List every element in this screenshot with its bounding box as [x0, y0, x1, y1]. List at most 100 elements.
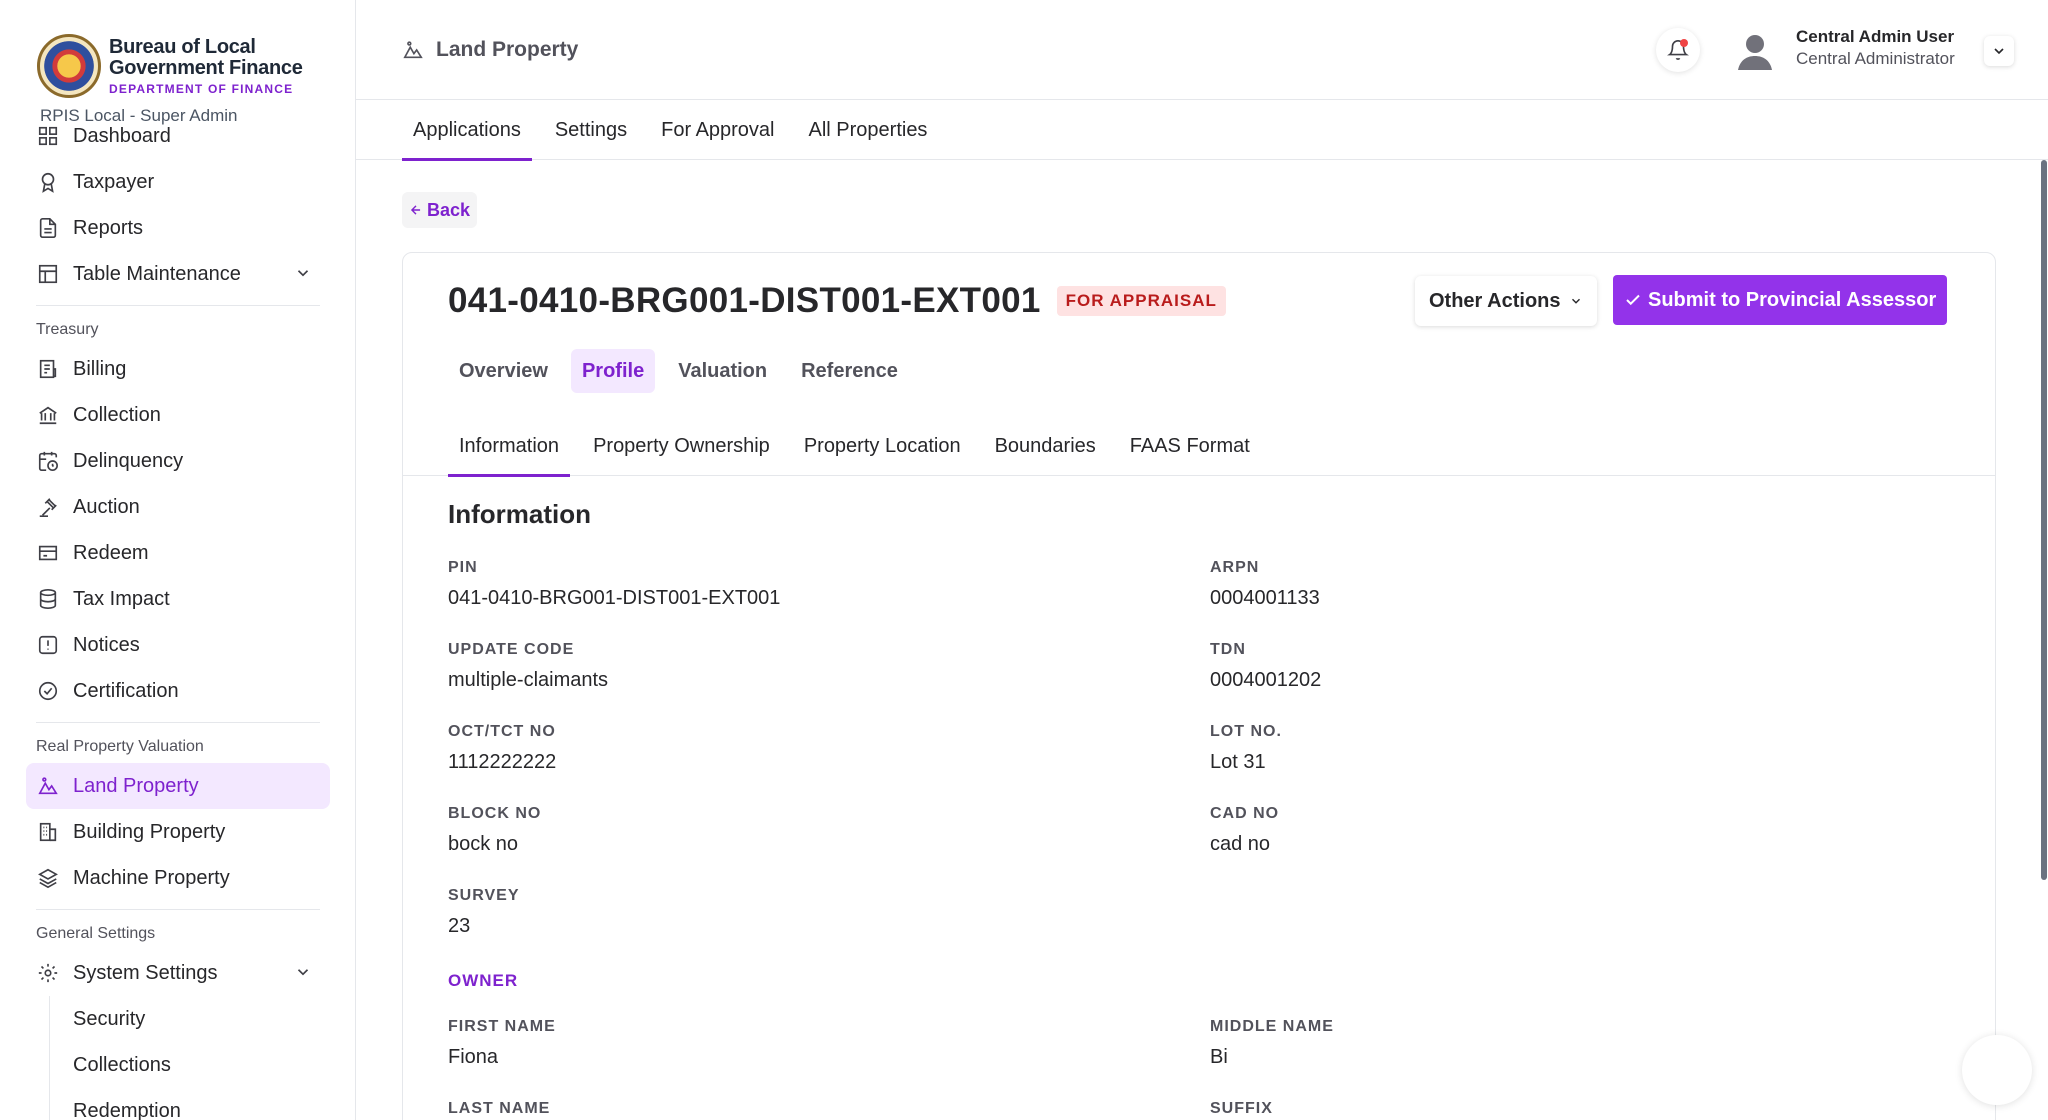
field-value: Bi [1210, 1046, 1228, 1068]
field-label: ARPN [1210, 559, 1260, 576]
sidebar-item-label: Billing [73, 357, 127, 380]
sidebar-item-dashboard[interactable]: Dashboard [26, 113, 330, 159]
brand-subtitle: DEPARTMENT OF FINANCE [109, 81, 294, 96]
record-id: 041-0410-BRG001-DIST001-EXT001 [448, 281, 1041, 320]
brand-title-line2: Government Finance [109, 56, 303, 79]
bureau-seal-logo [37, 34, 101, 98]
user-menu-button[interactable] [1984, 36, 2014, 66]
other-actions-button[interactable]: Other Actions [1415, 276, 1597, 326]
avatar[interactable] [1732, 28, 1778, 74]
sidebar-item-billing[interactable]: Billing [26, 346, 330, 392]
sidebar-item-reports[interactable]: Reports [26, 205, 330, 251]
tab-profile[interactable]: Profile [570, 349, 656, 393]
field-value: 0004001133 [1210, 587, 1320, 609]
sidebar-item-auction[interactable]: Auction [26, 484, 330, 530]
field-value: bock no [448, 833, 519, 855]
field-label: MIDDLE NAME [1210, 1018, 1334, 1035]
sidebar-subitem-collections[interactable]: Collections [26, 1042, 330, 1088]
sidebar-item-land-property[interactable]: Land Property [26, 763, 330, 809]
sidebar-divider [36, 722, 320, 723]
tab-overview[interactable]: Overview [448, 349, 559, 393]
tab-settings[interactable]: Settings [544, 100, 638, 160]
sidebar-item-label: Land Property [73, 774, 199, 797]
tab-faas-format[interactable]: FAAS Format [1119, 417, 1261, 476]
submit-to-provincial-assessor-button[interactable]: Submit to Provincial Assessor [1613, 275, 1948, 325]
back-label: Back [427, 199, 471, 220]
submit-label: Submit to Provincial Assessor [1648, 288, 1937, 311]
field-value: 23 [448, 915, 471, 937]
sidebar-item-label: Certification [73, 679, 179, 702]
database-icon [37, 588, 59, 610]
sidebar-subitem-security[interactable]: Security [26, 996, 330, 1042]
sidebar-item-label: Redeem [73, 541, 149, 564]
sidebar-subitem-redemption[interactable]: Redemption [26, 1088, 330, 1120]
main-content: Land Property Central Admin User Central… [356, 0, 2048, 1120]
gavel-icon [37, 496, 59, 518]
tab-for-approval[interactable]: For Approval [650, 100, 785, 160]
calendar-clock-icon [37, 450, 59, 472]
sidebar-item-system-settings[interactable]: System Settings [26, 950, 330, 996]
notifications-button[interactable] [1656, 28, 1700, 72]
bank-icon [37, 404, 59, 426]
tab-applications[interactable]: Applications [402, 100, 532, 161]
arrow-left-icon [410, 205, 421, 215]
sidebar-item-label: Auction [73, 495, 140, 518]
field-block-no: BLOCK NO bock no [448, 805, 1048, 856]
tab-property-ownership[interactable]: Property Ownership [582, 417, 781, 476]
field-lot-no: LOT NO. Lot 31 [1210, 723, 1810, 774]
tab-valuation[interactable]: Valuation [667, 349, 778, 393]
sidebar-item-certification[interactable]: Certification [26, 668, 330, 714]
sidebar-item-label: Collection [73, 403, 161, 426]
vertical-scrollbar[interactable] [2041, 160, 2047, 880]
top-bar: Land Property Central Admin User Central… [356, 0, 2048, 100]
tab-information[interactable]: Information [448, 417, 571, 477]
tab-boundaries[interactable]: Boundaries [984, 417, 1107, 476]
sidebar-divider [36, 909, 320, 910]
field-label: UPDATE CODE [448, 641, 575, 658]
field-label: PIN [448, 559, 478, 576]
field-value: 1112222222 [448, 751, 557, 773]
field-value: multiple-claimants [448, 669, 609, 691]
field-label: BLOCK NO [448, 805, 542, 822]
sidebar-item-building-property[interactable]: Building Property [26, 809, 330, 855]
sidebar-item-table-maintenance[interactable]: Table Maintenance [26, 251, 330, 297]
section-label-general-settings: General Settings [36, 925, 156, 942]
sidebar-item-delinquency[interactable]: Delinquency [26, 438, 330, 484]
sidebar-item-label: Delinquency [73, 449, 184, 472]
alert-icon [37, 634, 59, 656]
back-button[interactable]: Back [402, 192, 478, 228]
sidebar-item-notices[interactable]: Notices [26, 622, 330, 668]
tab-reference[interactable]: Reference [790, 349, 909, 393]
building-icon [37, 821, 59, 843]
field-label: SURVEY [448, 887, 520, 904]
sidebar-item-label: Dashboard [73, 124, 171, 147]
sidebar-item-tax-impact[interactable]: Tax Impact [26, 576, 330, 622]
field-first-name: FIRST NAME Fiona [448, 1018, 1048, 1069]
sidebar-item-machine-property[interactable]: Machine Property [26, 855, 330, 901]
user-avatar-icon [1738, 35, 1772, 70]
property-card: 041-0410-BRG001-DIST001-EXT001 FOR APPRA… [402, 252, 1996, 1120]
file-icon [37, 217, 59, 239]
mountain-icon [402, 39, 424, 61]
sidebar: Bureau of Local Government Finance DEPAR… [0, 0, 356, 1120]
sidebar-item-taxpayer[interactable]: Taxpayer [26, 159, 330, 205]
tab-property-location[interactable]: Property Location [793, 417, 972, 476]
field-value: Fiona [448, 1046, 499, 1068]
section-label-real-property-valuation: Real Property Valuation [36, 738, 204, 755]
sidebar-item-redeem[interactable]: Redeem [26, 530, 330, 576]
table-icon [37, 263, 59, 285]
tab-all-properties[interactable]: All Properties [798, 100, 939, 160]
record-header: 041-0410-BRG001-DIST001-EXT001 FOR APPRA… [448, 281, 1226, 321]
profile-tabs: Information Property Ownership Property … [403, 417, 1995, 477]
check-icon [1626, 294, 1640, 306]
sidebar-item-collection[interactable]: Collection [26, 392, 330, 438]
field-label: TDN [1210, 641, 1246, 658]
chevron-down-icon [294, 963, 312, 981]
field-label: LAST NAME [448, 1100, 551, 1117]
floating-action-button[interactable] [1962, 1035, 2032, 1105]
system-settings-submenu: Security Collections Redemption [26, 996, 330, 1120]
sidebar-item-label: Tax Impact [73, 587, 170, 610]
layers-icon [37, 867, 59, 889]
brand[interactable]: Bureau of Local Government Finance DEPAR… [0, 0, 355, 100]
sidebar-item-label: Taxpayer [73, 170, 155, 193]
